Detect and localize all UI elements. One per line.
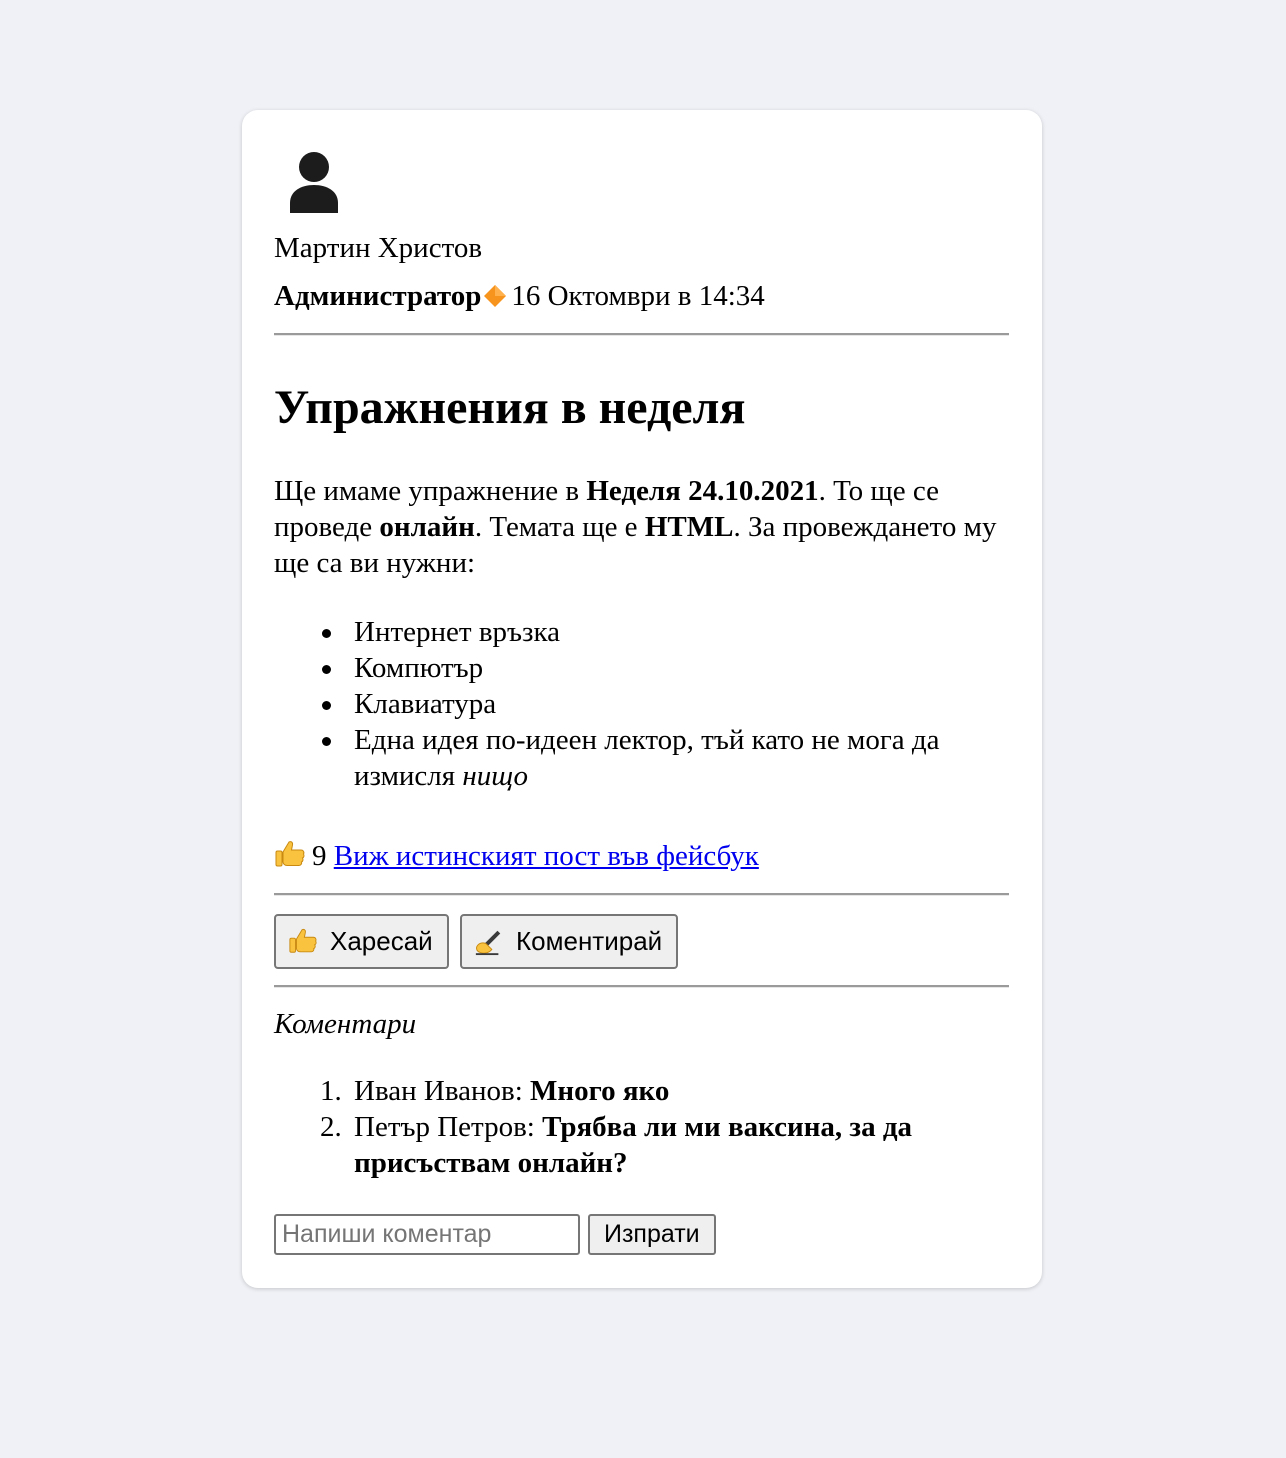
bullet-icon: [322, 629, 331, 638]
like-button[interactable]: Харесай: [274, 914, 449, 969]
post-body-text: Ще имаме упражнение в: [274, 475, 587, 507]
comment-item: 1. Иван Иванов: Много яко: [320, 1073, 1014, 1109]
comment-button[interactable]: Коментирай: [460, 914, 679, 969]
comment-text: Много яко: [530, 1075, 670, 1107]
list-item-text: Компютър: [354, 652, 484, 684]
comments-list: 1. Иван Иванов: Много яко 2. Петър Петров:…: [320, 1073, 1014, 1181]
post-body: Ще имаме упражнение в Неделя 24.10.2021.…: [274, 473, 1014, 581]
post-body-text: . Темата ще е: [474, 511, 645, 543]
list-item: Интернет връзка: [322, 614, 1014, 650]
post-format: онлайн: [379, 511, 475, 543]
author-role: Администратор: [274, 280, 482, 312]
comment-author: Петър Петров:: [354, 1111, 543, 1143]
post-topic: HTML: [644, 511, 734, 543]
comment-item: 2. Петър Петров: Трябва ли ми ваксина, за…: [320, 1109, 1014, 1181]
bullet-icon: [322, 665, 331, 674]
list-item: Една идея по-идеен лектор, тъй като не м…: [322, 722, 1014, 794]
orange-diamond-icon: [484, 285, 507, 307]
list-item-text: Една идея по-идеен лектор, тъй като не м…: [354, 724, 940, 792]
divider: [274, 333, 1009, 336]
post-date: Неделя 24.10.2021: [586, 475, 819, 507]
comment-number: 1.: [320, 1075, 342, 1107]
send-comment-button[interactable]: Изпрати: [588, 1214, 716, 1255]
comment-number: 2.: [320, 1111, 342, 1143]
likes-count: 9: [312, 840, 327, 872]
user-silhouette-icon: [290, 152, 338, 213]
comment-author: Иван Иванов:: [354, 1075, 531, 1107]
writing-hand-icon: [475, 930, 501, 956]
post-timestamp: 16 Октомври в 14:34: [511, 280, 765, 312]
list-item: Компютър: [322, 650, 1014, 686]
author-name: Мартин Христов: [274, 232, 483, 264]
post-title: Упражнения в неделя: [274, 381, 746, 434]
post-meta: Администратор 16 Октомври в 14:34: [274, 276, 765, 316]
list-item: Клавиатура: [322, 686, 1014, 722]
likes-summary: 9 Виж истинският пост във фейсбук: [274, 836, 759, 876]
post-card: Мартин Христов Администратор 16 Октомври …: [242, 110, 1042, 1288]
divider: [274, 985, 1009, 988]
comment-input[interactable]: [274, 1214, 580, 1255]
facebook-post-link[interactable]: Виж истинският пост във фейсбук: [334, 840, 759, 872]
list-item-emphasis: нищо: [462, 760, 529, 792]
bullet-icon: [322, 701, 331, 710]
thumbs-up-icon: [289, 928, 317, 953]
list-item-text: Клавиатура: [354, 688, 497, 720]
requirements-list: Интернет връзка Компютър Клавиатура Една…: [322, 614, 1014, 794]
comments-title: Коментари: [274, 1008, 417, 1040]
like-button-label: Харесай: [330, 926, 433, 956]
comment-button-label: Коментирай: [516, 926, 663, 956]
divider: [274, 893, 1009, 896]
bullet-icon: [322, 737, 331, 746]
thumbs-up-icon: [275, 841, 305, 867]
list-item-text: Интернет връзка: [354, 616, 560, 648]
